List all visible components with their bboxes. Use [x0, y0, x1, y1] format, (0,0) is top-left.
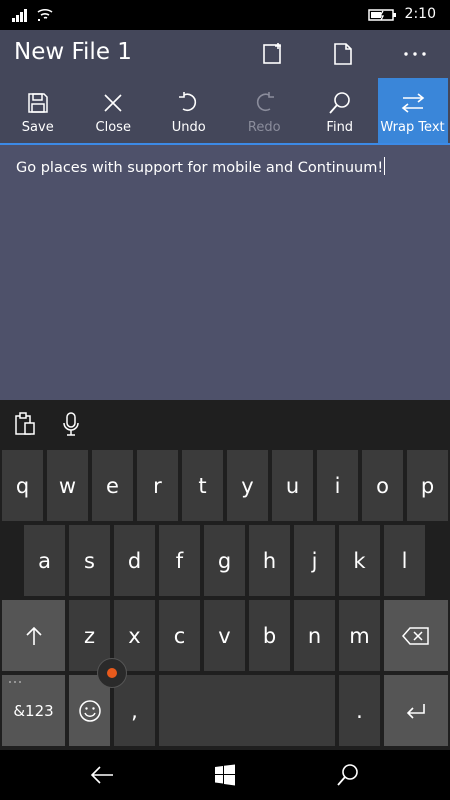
backspace-key[interactable] — [384, 600, 448, 671]
enter-icon — [406, 703, 425, 719]
new-file-icon — [263, 43, 281, 64]
close-label: Close — [95, 120, 131, 135]
key-q[interactable]: q — [2, 450, 43, 521]
cursor-control-dot-icon — [107, 668, 117, 678]
cursor-control[interactable] — [97, 658, 127, 688]
undo-icon — [178, 92, 196, 112]
symbols-key[interactable]: &123 — [2, 675, 65, 746]
find-label: Find — [326, 120, 354, 135]
editor-text: Go places with support for mobile and Co… — [16, 160, 384, 176]
key-t[interactable]: t — [182, 450, 223, 521]
windows-logo-icon — [215, 764, 235, 786]
key-j[interactable]: j — [294, 525, 335, 596]
redo-label: Redo — [247, 120, 281, 135]
editor-content[interactable]: Go places with support for mobile and Co… — [16, 157, 386, 176]
symbols-key-dots-icon — [9, 681, 21, 683]
save-icon — [28, 93, 48, 113]
microphone-icon — [63, 412, 79, 436]
period-key[interactable]: . — [339, 675, 380, 746]
wifi-icon — [37, 8, 53, 21]
dictation-button[interactable] — [58, 411, 84, 437]
emoji-icon — [78, 699, 101, 722]
wrap-text-icon — [401, 93, 424, 113]
key-m[interactable]: m — [339, 600, 380, 671]
key-y[interactable]: y — [227, 450, 268, 521]
more-icon — [404, 52, 426, 56]
signal-icon — [12, 9, 27, 22]
key-l[interactable]: l — [384, 525, 425, 596]
key-c[interactable]: c — [159, 600, 200, 671]
save-button[interactable]: Save — [0, 78, 76, 143]
shift-arrow-icon — [25, 626, 42, 645]
key-r[interactable]: r — [137, 450, 178, 521]
wrap-text-label: Wrap Text — [380, 120, 445, 135]
backspace-icon — [402, 626, 429, 645]
start-button[interactable] — [210, 761, 240, 789]
clipboard-button[interactable] — [12, 411, 38, 437]
key-n[interactable]: n — [294, 600, 335, 671]
search-icon — [329, 92, 350, 114]
search-button[interactable] — [333, 761, 363, 789]
document-icon — [334, 43, 352, 65]
on-screen-keyboard: q w e r t y u i o p a s d f g h j k l z … — [0, 447, 450, 750]
key-s[interactable]: s — [69, 525, 110, 596]
back-arrow-icon — [90, 766, 113, 784]
command-bar: Save Close Undo Redo Find Wrap Text — [0, 78, 450, 145]
clipboard-icon — [15, 412, 35, 435]
navigation-bar — [0, 750, 450, 800]
key-e[interactable]: e — [92, 450, 133, 521]
keyboard-suggestion-bar — [0, 400, 450, 447]
clock: 2:10 — [404, 6, 436, 22]
battery-charging-icon — [368, 9, 396, 21]
close-icon — [104, 94, 122, 112]
key-d[interactable]: d — [114, 525, 155, 596]
comma-key[interactable]: , — [114, 675, 155, 746]
enter-key[interactable] — [384, 675, 448, 746]
key-p[interactable]: p — [407, 450, 448, 521]
shift-key[interactable] — [2, 600, 65, 671]
key-a[interactable]: a — [24, 525, 65, 596]
text-editor[interactable]: Go places with support for mobile and Co… — [0, 145, 450, 400]
open-file-button[interactable] — [326, 38, 360, 70]
file-title: New File 1 — [14, 39, 132, 65]
key-v[interactable]: v — [204, 600, 245, 671]
key-i[interactable]: i — [317, 450, 358, 521]
key-w[interactable]: w — [47, 450, 88, 521]
wrap-text-button[interactable]: Wrap Text — [377, 78, 448, 143]
key-h[interactable]: h — [249, 525, 290, 596]
redo-button[interactable]: Redo — [227, 78, 303, 143]
key-f[interactable]: f — [159, 525, 200, 596]
status-bar: 2:10 — [0, 0, 450, 30]
redo-icon — [257, 92, 275, 112]
new-file-button[interactable] — [256, 38, 290, 70]
close-button[interactable]: Close — [76, 78, 152, 143]
key-k[interactable]: k — [339, 525, 380, 596]
undo-label: Undo — [171, 120, 206, 135]
more-options-button[interactable] — [398, 38, 432, 70]
app-bar: New File 1 — [0, 30, 450, 78]
key-u[interactable]: u — [272, 450, 313, 521]
text-caret — [384, 157, 386, 175]
back-button[interactable] — [87, 761, 117, 789]
undo-button[interactable]: Undo — [151, 78, 227, 143]
search-icon — [337, 764, 358, 786]
key-g[interactable]: g — [204, 525, 245, 596]
space-key[interactable] — [159, 675, 335, 746]
key-b[interactable]: b — [249, 600, 290, 671]
save-label: Save — [21, 120, 54, 135]
key-o[interactable]: o — [362, 450, 403, 521]
find-button[interactable]: Find — [302, 78, 378, 143]
